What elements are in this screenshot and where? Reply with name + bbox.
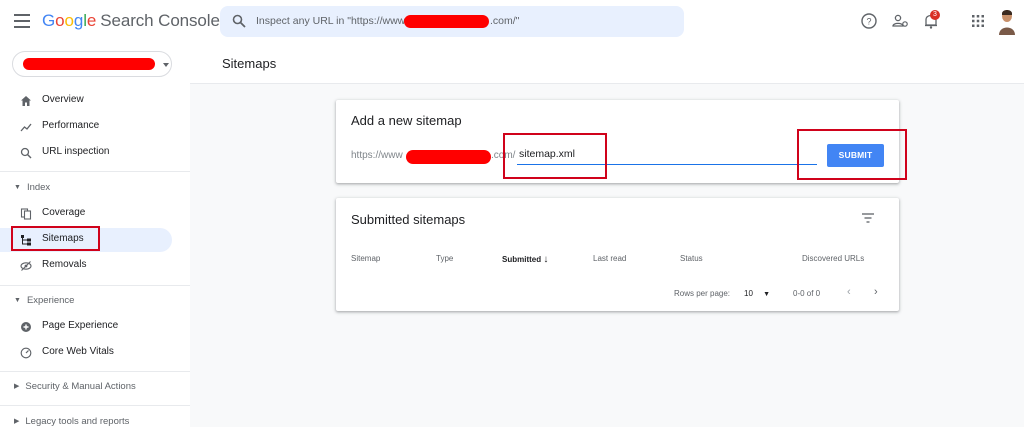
- redaction-mark: [404, 15, 489, 28]
- column-header-discovered-urls[interactable]: Discovered URLs: [802, 254, 864, 263]
- next-page-icon[interactable]: ›: [874, 286, 878, 298]
- home-icon: [21, 96, 31, 106]
- sidebar-section-security[interactable]: ▶ Security & Manual Actions: [14, 381, 136, 392]
- prev-page-icon[interactable]: ‹: [847, 286, 851, 298]
- sidebar-item-removals[interactable]: Removals: [0, 254, 172, 278]
- search-placeholder: Inspect any URL in "https://www: [256, 15, 406, 27]
- avatar[interactable]: [998, 9, 1016, 35]
- column-header-sitemap[interactable]: Sitemap: [351, 254, 380, 263]
- notification-badge: 3: [930, 10, 940, 20]
- dropdown-arrow-icon: ▼: [763, 291, 771, 298]
- product-name: Search Console: [100, 11, 220, 30]
- sidebar-item-url-inspection[interactable]: URL inspection: [0, 141, 172, 165]
- sidebar-divider: [0, 405, 190, 406]
- sidebar-item-coverage[interactable]: Coverage: [0, 202, 172, 226]
- sidebar-section-experience[interactable]: ▼ Experience: [14, 295, 74, 306]
- top-bar: Google Search Console Inspect any URL in …: [0, 0, 1024, 46]
- apps-icon[interactable]: [969, 12, 987, 30]
- redaction-mark: [406, 150, 491, 164]
- removals-icon: [20, 261, 32, 271]
- app-logo[interactable]: Google Search Console: [42, 11, 220, 31]
- submitted-sitemaps-card: Submitted sitemaps Sitemap Type Submitte…: [336, 198, 899, 311]
- sidebar-section-index[interactable]: ▼ Index: [14, 182, 50, 193]
- search-placeholder-suffix: .com/": [490, 15, 520, 27]
- column-header-submitted[interactable]: Submitted ↓: [502, 254, 548, 265]
- sidebar-divider: [0, 171, 190, 172]
- column-header-last-read[interactable]: Last read: [593, 254, 626, 263]
- sidebar-item-page-experience[interactable]: Page Experience: [0, 315, 172, 339]
- rows-per-page-select[interactable]: 10 ▼: [744, 289, 770, 298]
- sidebar-section-legacy[interactable]: ▶ Legacy tools and reports: [14, 416, 129, 427]
- search-icon: [20, 147, 32, 159]
- page-title: Sitemaps: [222, 56, 277, 71]
- highlight-box-sitemaps: [11, 226, 100, 251]
- caret-down-icon: ▼: [14, 184, 21, 191]
- add-sitemap-title: Add a new sitemap: [351, 113, 462, 128]
- submitted-sitemaps-title: Submitted sitemaps: [351, 212, 466, 227]
- manage-users-icon[interactable]: [891, 12, 909, 30]
- column-header-status[interactable]: Status: [680, 254, 703, 263]
- highlight-box-input: [503, 133, 607, 179]
- page-experience-icon: [21, 322, 31, 332]
- caret-right-icon: ▶: [14, 418, 20, 425]
- property-selector[interactable]: [12, 51, 172, 77]
- sidebar-item-core-web-vitals[interactable]: Core Web Vitals: [0, 341, 172, 365]
- filter-icon[interactable]: [862, 213, 874, 223]
- caret-right-icon: ▶: [14, 383, 20, 390]
- sort-down-arrow-icon: ↓: [543, 254, 549, 265]
- rows-per-page-label: Rows per page:: [674, 289, 731, 298]
- svg-text:?: ?: [866, 17, 871, 27]
- coverage-icon: [20, 208, 32, 220]
- gauge-icon: [20, 347, 32, 359]
- pagination-range: 0-0 of 0: [793, 289, 821, 298]
- search-icon: [232, 14, 246, 28]
- sidebar-divider: [0, 371, 190, 372]
- trending-icon: [20, 123, 32, 132]
- chevron-down-icon: [163, 63, 169, 67]
- column-header-type[interactable]: Type: [436, 254, 453, 263]
- header-divider: [190, 83, 1024, 84]
- highlight-box-submit: [797, 129, 907, 180]
- sidebar-divider: [0, 285, 190, 286]
- url-prefix: https://www: [351, 150, 403, 161]
- menu-icon[interactable]: [14, 14, 30, 28]
- redaction-mark: [23, 58, 155, 70]
- sidebar-item-overview[interactable]: Overview: [0, 89, 172, 113]
- caret-down-icon: ▼: [14, 297, 21, 304]
- help-icon[interactable]: ?: [860, 12, 878, 30]
- url-inspection-search[interactable]: Inspect any URL in "https://www .com/": [220, 6, 684, 37]
- sidebar-item-performance[interactable]: Performance: [0, 115, 172, 139]
